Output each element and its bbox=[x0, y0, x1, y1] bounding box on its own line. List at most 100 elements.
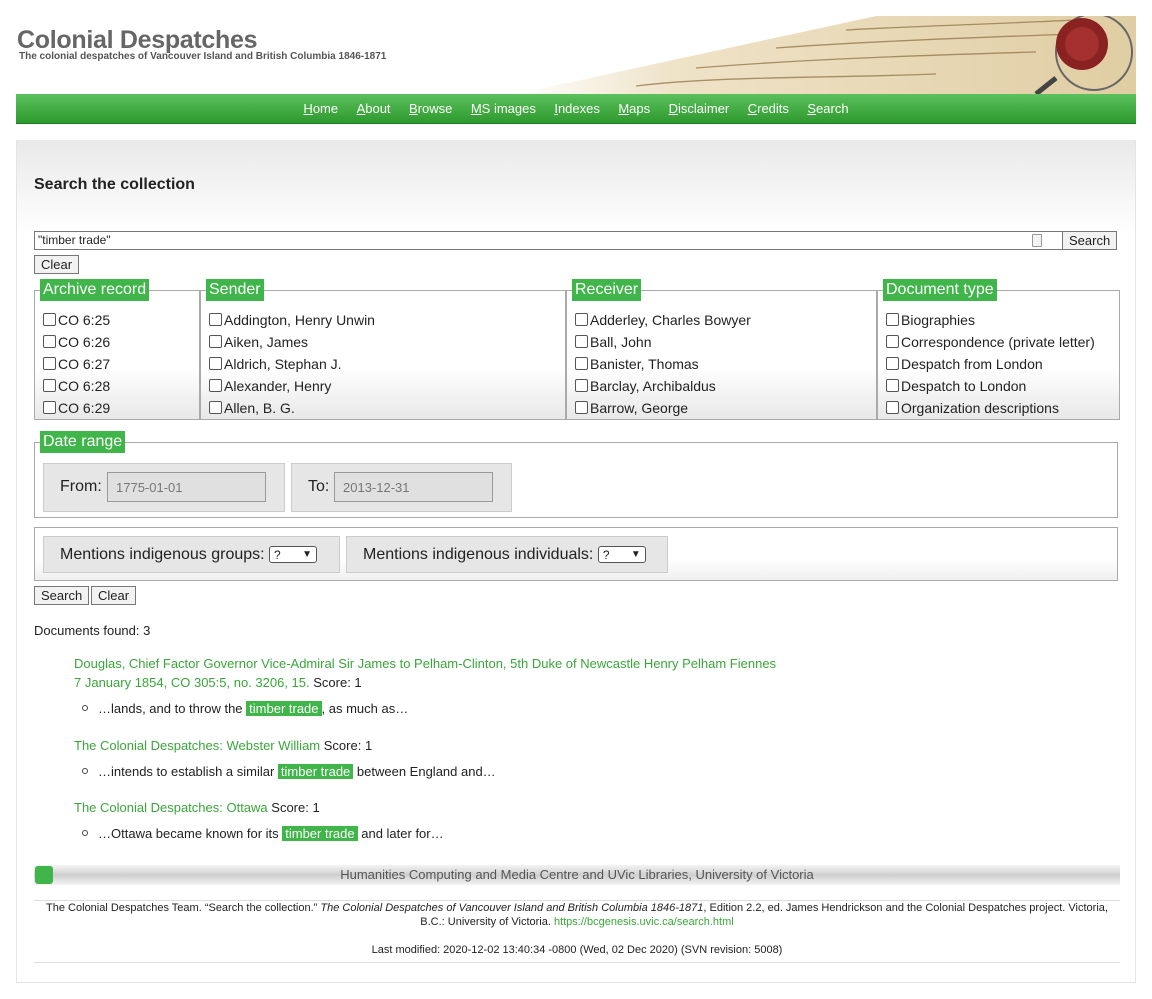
chevron-down-icon: ▼ bbox=[302, 549, 313, 561]
date-range-legend: Date range bbox=[40, 431, 126, 453]
bullet-icon bbox=[82, 830, 88, 836]
result-title-link[interactable]: The Colonial Despatches: Webster William bbox=[74, 738, 320, 753]
indigenous-individuals-label: Mentions indigenous individuals: bbox=[363, 546, 594, 563]
checkbox[interactable] bbox=[43, 313, 56, 326]
nav-browse[interactable]: Browse bbox=[409, 94, 452, 123]
nav-about[interactable]: About bbox=[357, 94, 391, 123]
result-item: The Colonial Despatches: Ottawa Score: 1 bbox=[74, 798, 320, 817]
checkbox[interactable] bbox=[575, 401, 588, 414]
facet-option[interactable]: Barclay, Archibaldus bbox=[575, 375, 751, 397]
citation-url-link[interactable]: https://bcgenesis.uvic.ca/search.html bbox=[554, 916, 734, 928]
bullet-icon bbox=[82, 705, 88, 711]
facet-option[interactable]: Alexander, Henry bbox=[209, 375, 375, 397]
facet-document-type: Document type Biographies Correspondence… bbox=[877, 279, 1120, 420]
result-title-link[interactable]: The Colonial Despatches: Ottawa bbox=[74, 800, 268, 815]
facet-option[interactable]: CO 6:26 bbox=[43, 331, 110, 353]
search-button[interactable]: Search bbox=[1062, 231, 1118, 250]
checkbox[interactable] bbox=[886, 313, 899, 326]
checkbox[interactable] bbox=[575, 379, 588, 392]
keyboard-icon[interactable] bbox=[1032, 234, 1042, 247]
main-content: Search the collection "timber trade" Sea… bbox=[16, 140, 1136, 983]
facet-legend: Sender bbox=[206, 279, 264, 301]
clear-query-button[interactable]: Clear bbox=[34, 255, 80, 274]
header-banner-image bbox=[516, 16, 1136, 94]
facet-option[interactable]: Allen, B. G. bbox=[209, 397, 375, 419]
checkbox[interactable] bbox=[43, 335, 56, 348]
nav-home[interactable]: Home bbox=[303, 94, 338, 123]
result-item: Douglas, Chief Factor Governor Vice-Admi… bbox=[74, 654, 776, 692]
date-from-input[interactable]: 1775-01-01 bbox=[107, 472, 266, 502]
checkbox[interactable] bbox=[209, 335, 222, 348]
checkbox[interactable] bbox=[209, 401, 222, 414]
chevron-down-icon: ▼ bbox=[630, 549, 641, 561]
checkbox[interactable] bbox=[209, 379, 222, 392]
site-subtitle: The colonial despatches of Vancouver Isl… bbox=[19, 51, 387, 62]
facet-option[interactable]: Aldrich, Stephan J. bbox=[209, 353, 375, 375]
checkbox[interactable] bbox=[209, 313, 222, 326]
checkbox[interactable] bbox=[575, 357, 588, 370]
clear-button[interactable]: Clear bbox=[91, 586, 137, 605]
divider bbox=[34, 962, 1120, 963]
facet-option[interactable]: Despatch to London bbox=[886, 375, 1095, 397]
facet-legend: Document type bbox=[883, 279, 997, 301]
facet-option[interactable]: Adderley, Charles Bowyer bbox=[575, 309, 751, 331]
site-header: Colonial Despatches The colonial despatc… bbox=[16, 0, 1136, 94]
main-nav: Home About Browse MS images Indexes Maps… bbox=[16, 94, 1136, 124]
facet-option[interactable]: CO 6:28 bbox=[43, 375, 110, 397]
highlight: timber trade bbox=[277, 764, 354, 779]
facet-option[interactable]: CO 6:27 bbox=[43, 353, 110, 375]
nav-indexes[interactable]: Indexes bbox=[554, 94, 600, 123]
last-modified: Last modified: 2020-12-02 13:40:34 -0800… bbox=[371, 944, 783, 956]
checkbox[interactable] bbox=[575, 313, 588, 326]
indigenous-groups-select[interactable]: ? ▼ bbox=[269, 546, 318, 564]
search-input[interactable]: "timber trade" bbox=[34, 231, 1065, 250]
result-snippet: …Ottawa became known for its timber trad… bbox=[82, 826, 444, 841]
checkbox[interactable] bbox=[43, 379, 56, 392]
nav-disclaimer[interactable]: Disclaimer bbox=[669, 94, 730, 123]
footer-credit: Humanities Computing and Media Centre an… bbox=[340, 867, 814, 882]
hcmc-logo-icon[interactable] bbox=[35, 866, 53, 884]
footer-bar: Humanities Computing and Media Centre an… bbox=[34, 865, 1120, 885]
facet-option[interactable]: Despatch from London bbox=[886, 353, 1095, 375]
facet-option[interactable]: Biographies bbox=[886, 309, 1095, 331]
results-count: Documents found: 3 bbox=[34, 623, 151, 638]
result-snippet: …lands, and to throw the timber trade, a… bbox=[82, 701, 408, 716]
search-submit-button[interactable]: Search bbox=[34, 586, 90, 605]
date-to-label: To: bbox=[308, 478, 330, 495]
facet-option[interactable]: Correspondence (private letter) bbox=[886, 331, 1095, 353]
facet-option[interactable]: Aiken, James bbox=[209, 331, 375, 353]
result-item: The Colonial Despatches: Webster William… bbox=[74, 736, 372, 755]
facet-option[interactable]: Barrow, George bbox=[575, 397, 751, 419]
checkbox[interactable] bbox=[886, 379, 899, 392]
nav-ms-images[interactable]: MS images bbox=[471, 94, 536, 123]
nav-credits[interactable]: Credits bbox=[748, 94, 789, 123]
facet-option[interactable]: Organization descriptions bbox=[886, 397, 1095, 419]
facet-option[interactable]: Banister, Thomas bbox=[575, 353, 751, 375]
facet-option[interactable]: Ball, John bbox=[575, 331, 751, 353]
facet-option[interactable]: Addington, Henry Unwin bbox=[209, 309, 375, 331]
checkbox[interactable] bbox=[886, 357, 899, 370]
checkbox[interactable] bbox=[209, 357, 222, 370]
date-from-label: From: bbox=[60, 478, 102, 495]
result-snippet: …intends to establish a similar timber t… bbox=[82, 764, 496, 779]
date-to-input[interactable]: 2013-12-31 bbox=[334, 472, 493, 502]
facet-legend: Archive record bbox=[40, 279, 150, 301]
checkbox[interactable] bbox=[886, 401, 899, 414]
indigenous-individuals-select[interactable]: ? ▼ bbox=[597, 546, 646, 564]
checkbox[interactable] bbox=[575, 335, 588, 348]
checkbox[interactable] bbox=[43, 401, 56, 414]
indigenous-individuals-filter: Mentions indigenous individuals: ? ▼ bbox=[346, 536, 668, 573]
result-score: Score: 1 bbox=[313, 675, 362, 690]
nav-maps[interactable]: Maps bbox=[618, 94, 650, 123]
nav-search[interactable]: Search bbox=[807, 94, 848, 123]
checkbox[interactable] bbox=[886, 335, 899, 348]
checkbox[interactable] bbox=[43, 357, 56, 370]
facet-option[interactable]: CO 6:29 bbox=[43, 397, 110, 419]
facet-sender: Sender Addington, Henry Unwin Aiken, Jam… bbox=[200, 279, 566, 420]
result-title-link[interactable]: Douglas, Chief Factor Governor Vice-Admi… bbox=[74, 656, 776, 671]
result-title-link[interactable]: 7 January 1854, CO 305:5, no. 3206, 15. bbox=[74, 675, 310, 690]
facet-legend: Receiver bbox=[572, 279, 642, 301]
result-score: Score: 1 bbox=[271, 800, 320, 815]
facet-option[interactable]: CO 6:25 bbox=[43, 309, 110, 331]
facet-archive-record: Archive record CO 6:25 CO 6:26 CO 6:27 C… bbox=[34, 279, 200, 420]
